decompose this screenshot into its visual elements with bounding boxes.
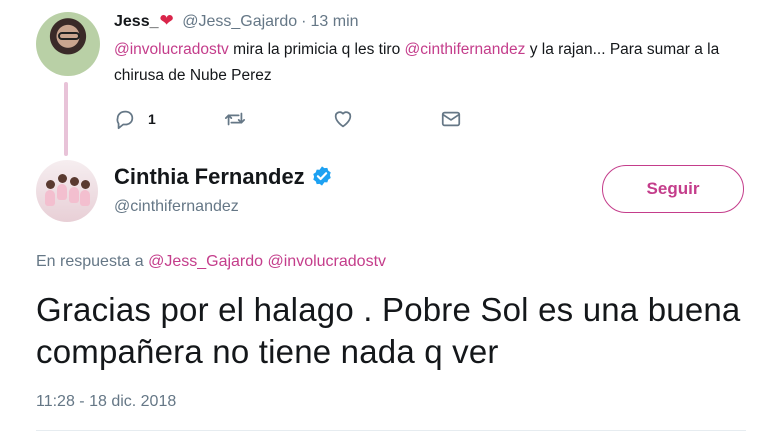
avatar-figure <box>57 184 67 200</box>
main-tweet-text: Gracias por el halago . Pobre Sol es una… <box>36 291 741 370</box>
avatar-figure <box>81 180 90 189</box>
parent-display-name[interactable]: Jess_ <box>114 13 159 30</box>
avatar-glasses <box>58 32 80 40</box>
avatar-figure <box>69 187 79 203</box>
mention-link[interactable]: @involucradostv <box>268 253 387 270</box>
reply-count: 1 <box>148 111 156 127</box>
message-icon <box>441 111 461 127</box>
thread-line <box>64 82 68 156</box>
mention-link[interactable]: @cinthifernandez <box>405 41 526 58</box>
parent-text-segment: mira la primicia q les tiro <box>228 41 405 58</box>
divider <box>36 430 746 431</box>
avatar-figure <box>70 177 79 186</box>
main-handle[interactable]: @cinthifernandez <box>114 198 239 216</box>
follow-button[interactable]: Seguir <box>602 165 744 213</box>
tweet-actions: 1 <box>114 107 474 131</box>
parent-tweet-text: @involucradostv mira la primicia q les t… <box>114 37 754 89</box>
avatar-figure <box>58 174 67 183</box>
cinthia-avatar[interactable] <box>36 160 98 222</box>
retweet-icon <box>224 112 246 126</box>
parent-handle[interactable]: @Jess_Gajardo <box>182 13 297 30</box>
parent-tweet-header: Jess_❤ @Jess_Gajardo · 13 min <box>114 11 359 31</box>
reply-context: En respuesta a @Jess_Gajardo @involucrad… <box>36 253 386 271</box>
avatar-figure <box>45 190 55 206</box>
main-display-name[interactable]: Cinthia Fernandez <box>114 164 305 189</box>
verified-badge-icon <box>312 166 331 186</box>
header-separator: · <box>301 13 307 30</box>
retweet-button[interactable] <box>224 107 246 131</box>
main-display-name-row: Cinthia Fernandez <box>114 164 333 190</box>
like-icon <box>334 111 352 128</box>
jess-avatar[interactable] <box>36 12 100 76</box>
reply-icon <box>116 110 134 130</box>
parent-tweet: Jess_❤ @Jess_Gajardo · 13 min @involucrado… <box>0 0 767 156</box>
direct-message-button[interactable] <box>440 107 462 131</box>
main-timestamp[interactable]: 11:28 - 18 dic. 2018 <box>36 393 176 411</box>
mention-link[interactable]: @Jess_Gajardo <box>148 253 263 270</box>
mention-link[interactable]: @involucradostv <box>114 41 229 58</box>
avatar-figure <box>80 190 90 206</box>
reply-prefix: En respuesta a <box>36 253 149 270</box>
heart-emoji-icon: ❤ <box>159 11 174 30</box>
like-button[interactable] <box>332 107 354 131</box>
parent-timestamp[interactable]: 13 min <box>311 13 359 30</box>
avatar-figure <box>46 180 55 189</box>
reply-button[interactable]: 1 <box>114 107 156 131</box>
